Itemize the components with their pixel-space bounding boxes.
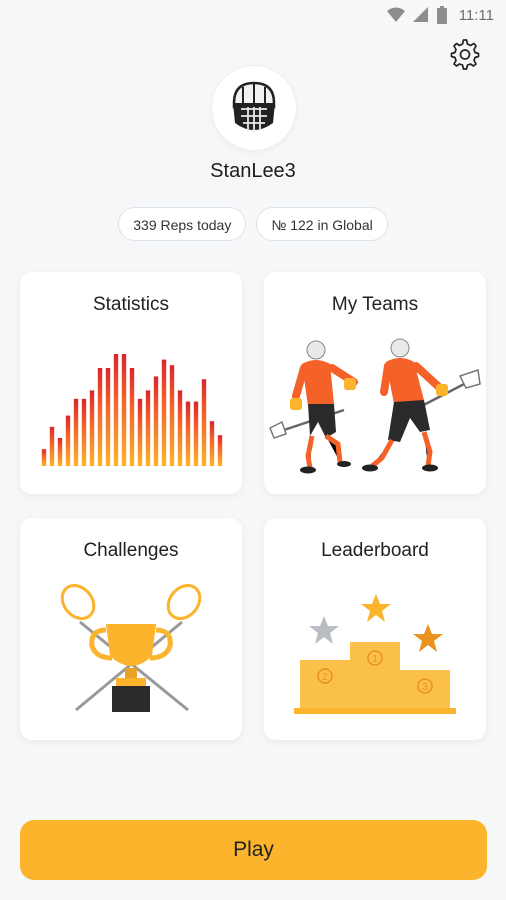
stat-bar	[137, 398, 143, 466]
stat-bar	[105, 368, 111, 466]
podium-icon: 1 2 3	[294, 594, 456, 714]
stat-bar	[89, 390, 95, 466]
stat-bar	[217, 435, 223, 466]
stat-bar	[177, 390, 183, 466]
wifi-icon	[386, 7, 405, 22]
trophy-icon	[60, 584, 202, 712]
stat-bar	[201, 379, 207, 466]
podium-number-2: 2	[322, 672, 328, 683]
stat-bar	[161, 359, 167, 466]
stat-bar	[81, 398, 87, 466]
status-bar: 11:11	[0, 0, 506, 30]
leaderboard-card[interactable]: Leaderboard 1 2 3	[264, 518, 486, 740]
stat-bar	[65, 415, 71, 466]
silver-star-icon	[309, 616, 339, 644]
play-button[interactable]: Play	[20, 820, 487, 880]
statistics-card[interactable]: Statistics	[20, 272, 242, 494]
global-rank-badge: № 122 in Global	[256, 207, 388, 241]
podium-number-3: 3	[422, 682, 428, 693]
challenges-card[interactable]: Challenges	[20, 518, 242, 740]
reps-today-badge: 339 Reps today	[118, 207, 247, 241]
stat-bar	[41, 449, 47, 466]
lacrosse-helmet-icon	[232, 81, 276, 133]
stat-bar	[49, 426, 55, 466]
stat-bar	[209, 421, 215, 466]
podium-number-1: 1	[372, 654, 378, 665]
status-time: 11:11	[458, 6, 494, 24]
battery-icon	[436, 6, 447, 24]
avatar[interactable]	[212, 66, 296, 150]
stat-bar	[57, 438, 63, 466]
stat-bar	[97, 368, 103, 466]
stat-bar	[169, 365, 175, 466]
stat-bar	[185, 401, 191, 466]
stat-bar	[73, 398, 79, 466]
stat-bar	[145, 390, 151, 466]
signal-icon	[412, 7, 428, 22]
stat-bar	[113, 354, 119, 466]
statistics-bar-chart	[41, 354, 223, 466]
stat-bar	[153, 376, 159, 466]
bronze-star-icon	[413, 624, 443, 652]
gold-star-icon	[361, 594, 391, 622]
stat-bar	[193, 401, 199, 466]
username: StanLee3	[210, 160, 296, 182]
stats-pills: 339 Reps today № 122 in Global	[0, 207, 506, 241]
lacrosse-players-icon	[269, 338, 481, 474]
my-teams-card[interactable]: My Teams	[264, 272, 486, 494]
stat-bar	[129, 368, 135, 466]
stat-bar	[121, 354, 127, 466]
gear-icon[interactable]	[448, 38, 482, 72]
